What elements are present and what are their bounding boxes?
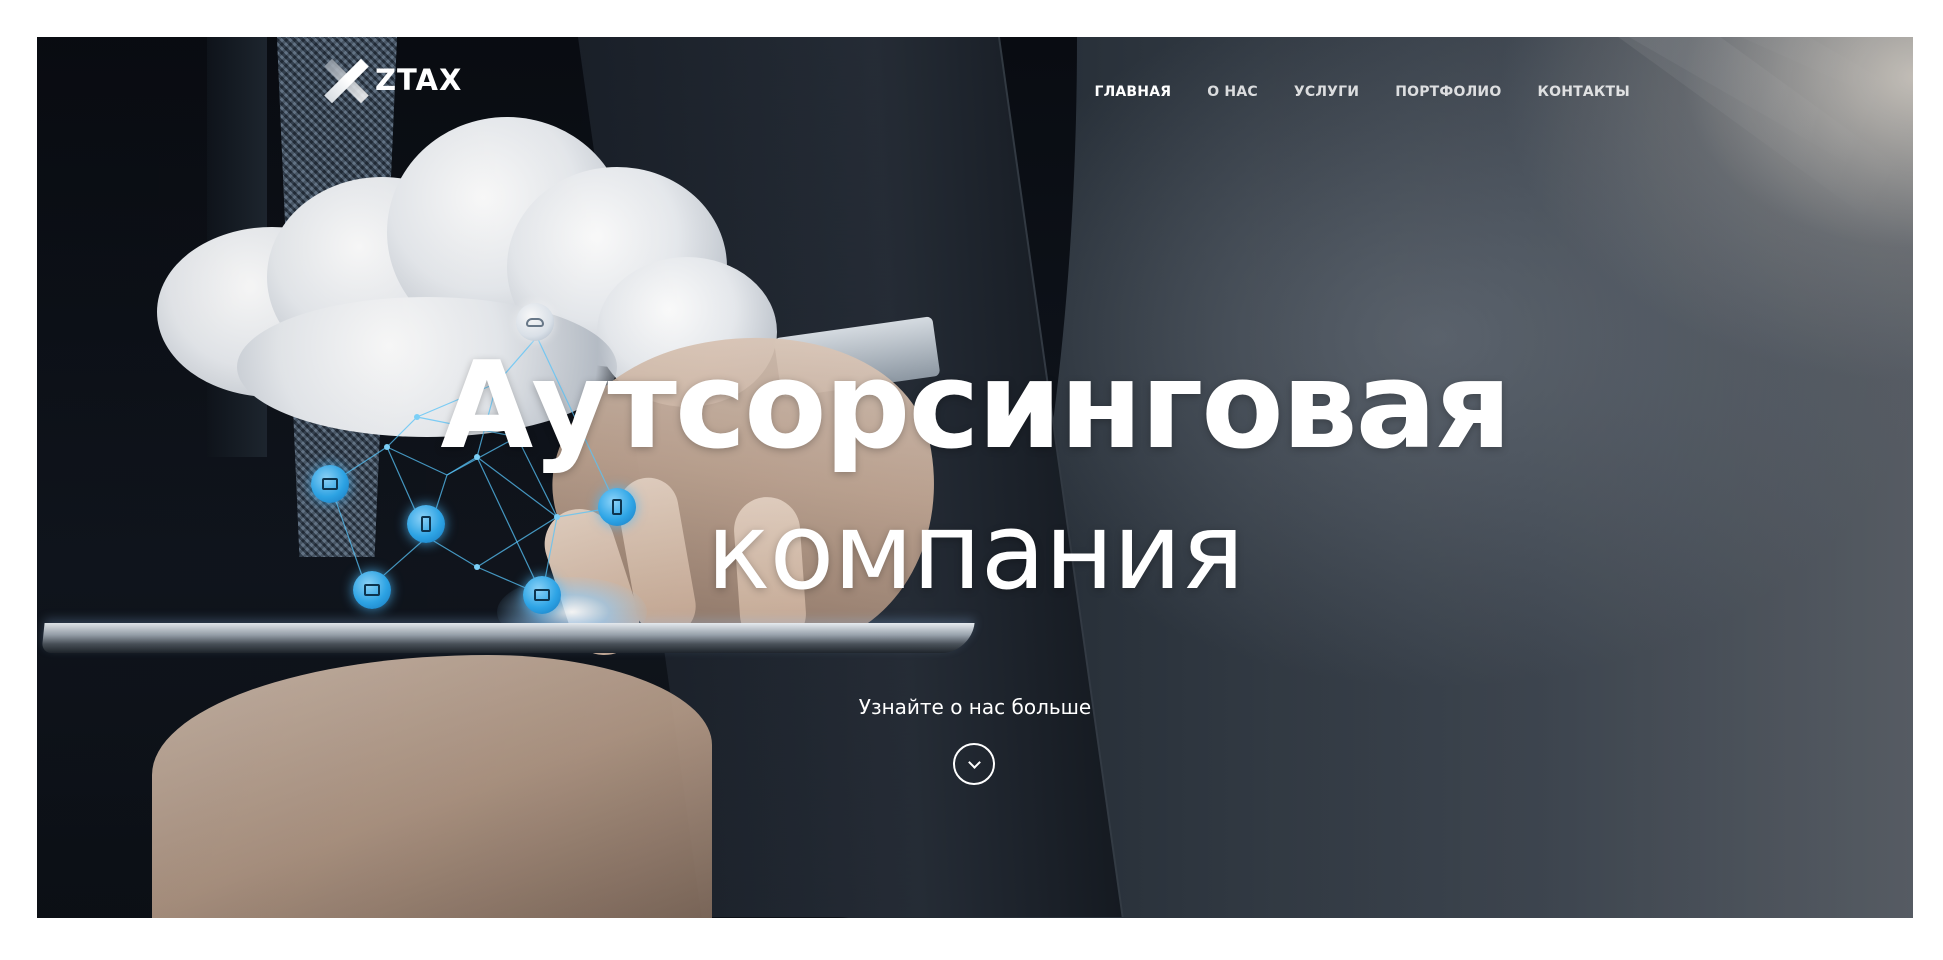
nav-item-contacts[interactable]: КОНТАКТЫ [1537, 84, 1630, 100]
chevron-down-icon [967, 755, 981, 769]
scroll-down-button[interactable] [953, 743, 995, 785]
hero-headline-bold: Аутсорсинговая [440, 337, 1511, 476]
hero-section: ZTAX ГЛАВНАЯ О НАС УСЛУГИ ПОРТФОЛИО КОНТ… [37, 37, 1913, 918]
nav-item-home[interactable]: ГЛАВНАЯ [1094, 84, 1171, 100]
nav-item-portfolio[interactable]: ПОРТФОЛИО [1395, 84, 1501, 100]
hero-overlay [37, 37, 1913, 918]
learn-more-text[interactable]: Узнайте о нас больше [37, 695, 1913, 719]
nav-item-about[interactable]: О НАС [1207, 84, 1258, 100]
logo-text: ZTAX [375, 63, 463, 97]
nav-item-services[interactable]: УСЛУГИ [1294, 84, 1359, 100]
x-logo-icon [323, 57, 369, 104]
site-logo[interactable]: ZTAX [323, 57, 463, 104]
main-nav: ГЛАВНАЯ О НАС УСЛУГИ ПОРТФОЛИО КОНТАКТЫ [1058, 84, 1630, 100]
hero-headline-light: компания [706, 490, 1244, 613]
